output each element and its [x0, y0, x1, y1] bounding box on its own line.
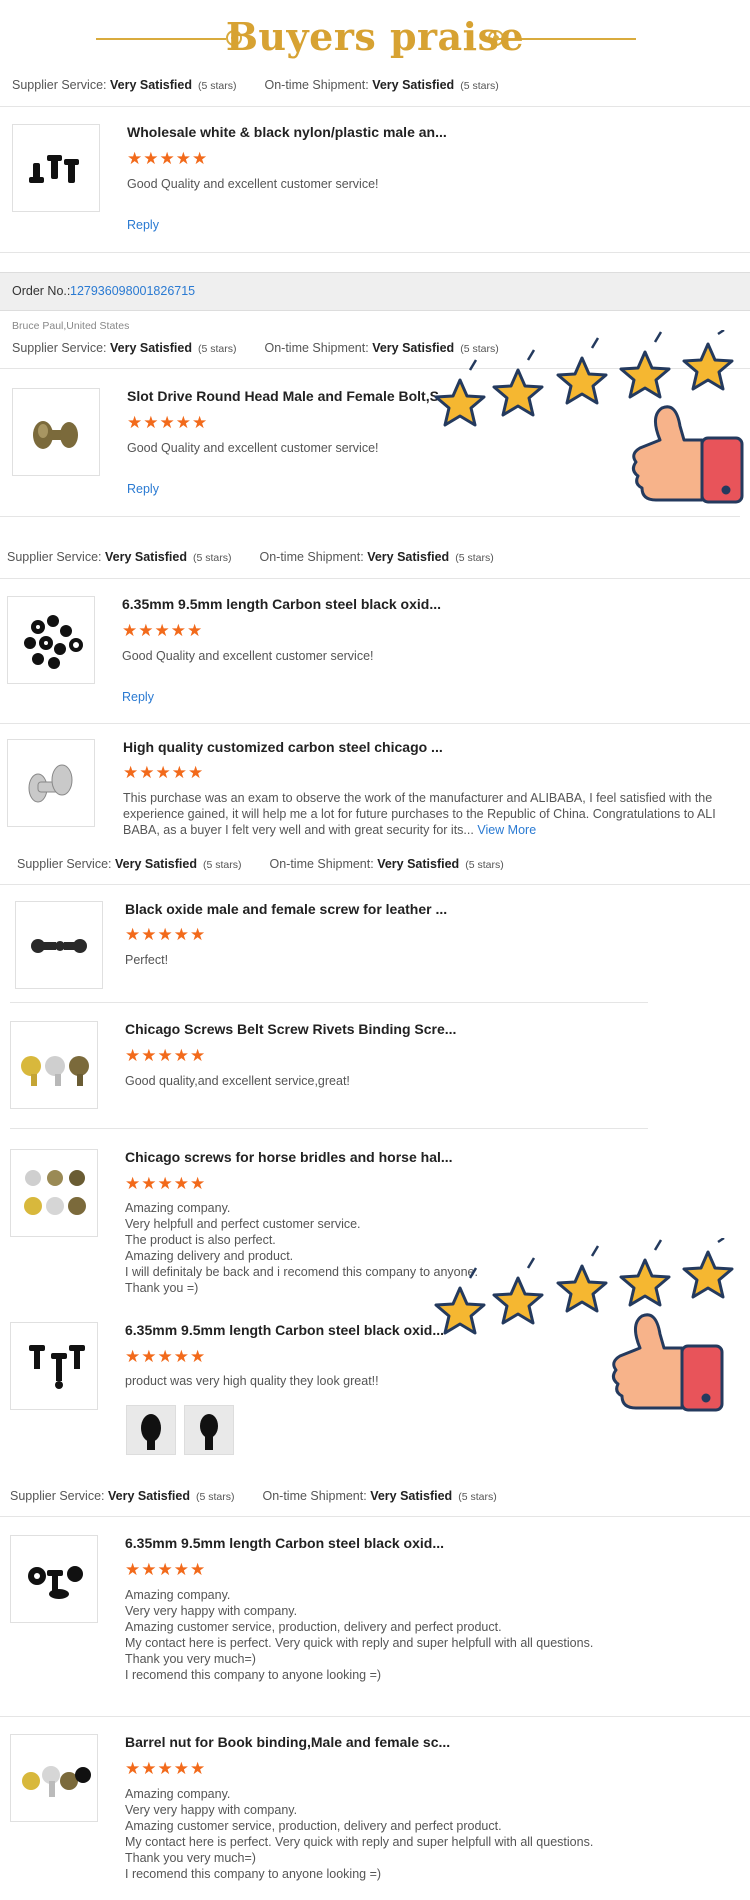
review-comment: Good Quality and excellent customer serv…	[127, 441, 379, 455]
review-comment: Amazing company. Very very happy with co…	[125, 1588, 594, 1682]
review-photo[interactable]	[184, 1405, 234, 1455]
page-title: Buyers praise	[225, 14, 525, 59]
review-comment: Good Quality and excellent customer serv…	[122, 649, 374, 663]
order-bar: Order No.: 127936098001826715	[0, 272, 750, 311]
review-comment: This purchase was an exam to observe the…	[123, 791, 716, 837]
review-card	[7, 596, 95, 684]
rating-stars: ★★★★★	[125, 925, 207, 944]
service-rating-row: Supplier Service: Very Satisfied (5 stars…	[12, 341, 499, 355]
review-card	[15, 901, 103, 989]
rating-stars: ★★★★★	[123, 763, 205, 782]
product-title[interactable]: 6.35mm 9.5mm length Carbon steel black o…	[125, 1535, 444, 1551]
order-label: Order No.:	[12, 284, 71, 298]
sticker-star-icon	[619, 1258, 671, 1307]
service-rating-row: Supplier Service: Very Satisfied (5 stars…	[10, 1489, 497, 1503]
product-thumbnail[interactable]	[10, 1322, 98, 1410]
reply-link[interactable]: Reply	[127, 482, 159, 496]
service-rating-row: Supplier Service: Very Satisfied (5 stars…	[7, 550, 494, 564]
review-card	[10, 1021, 98, 1109]
review-photo[interactable]	[126, 1405, 176, 1455]
product-title[interactable]: Chicago Screws Belt Screw Rivets Binding…	[125, 1021, 456, 1037]
rating-stars: ★★★★★	[127, 413, 209, 432]
product-thumbnail[interactable]	[10, 1021, 98, 1109]
product-thumbnail[interactable]	[12, 388, 100, 476]
review-comment: Good quality,and excellent service,great…	[125, 1074, 350, 1088]
service-rating-row: Supplier Service: Very Satisfied (5 stars…	[12, 78, 499, 92]
rating-stars: ★★★★★	[125, 1560, 207, 1579]
rating-stars: ★★★★★	[125, 1759, 207, 1778]
rating-stars: ★★★★★	[125, 1174, 207, 1193]
product-title[interactable]: Wholesale white & black nylon/plastic ma…	[127, 124, 447, 140]
product-title[interactable]: Barrel nut for Book binding,Male and fem…	[125, 1734, 450, 1750]
review-card	[10, 1535, 98, 1623]
rating-stars: ★★★★★	[125, 1046, 207, 1065]
thumbs-up-icon	[611, 1313, 724, 1412]
review-card	[12, 124, 100, 212]
five-star-sticker	[434, 1238, 734, 1412]
sticker-star-icon	[619, 350, 671, 399]
product-title[interactable]: High quality customized carbon steel chi…	[123, 739, 443, 755]
order-number-link[interactable]: 127936098001826715	[70, 273, 195, 310]
review-card	[7, 739, 95, 827]
product-title[interactable]: Black oxide male and female screw for le…	[125, 901, 447, 917]
sticker-star-icon	[434, 378, 486, 427]
service-rating-row: Supplier Service: Very Satisfied (5 stars…	[17, 857, 504, 871]
rating-stars: ★★★★★	[122, 621, 204, 640]
product-title[interactable]: 6.35mm 9.5mm length Carbon steel black o…	[122, 596, 441, 612]
reply-link[interactable]: Reply	[127, 218, 159, 232]
product-title[interactable]: 6.35mm 9.5mm length Carbon steel black o…	[125, 1322, 444, 1338]
sticker-star-icon	[682, 1250, 734, 1299]
review-comment: product was very high quality they look …	[125, 1374, 379, 1388]
product-title[interactable]: Chicago screws for horse bridles and hor…	[125, 1149, 453, 1165]
review-comment: Perfect!	[125, 953, 169, 967]
review-card	[10, 1149, 98, 1237]
buyer-name: Bruce Paul,United States	[12, 320, 130, 332]
sticker-star-icon	[492, 1276, 544, 1325]
product-thumbnail[interactable]	[12, 124, 100, 212]
header-banner: Buyers praise	[0, 0, 750, 78]
product-title[interactable]: Slot Drive Round Head Male and Female Bo…	[127, 388, 451, 404]
product-thumbnail[interactable]	[7, 739, 95, 827]
sticker-star-icon	[492, 368, 544, 417]
sticker-star-icon	[682, 342, 734, 391]
sticker-star-icon	[556, 1264, 608, 1313]
rating-stars: ★★★★★	[127, 149, 209, 168]
five-star-sticker	[434, 330, 744, 504]
review-comment: Amazing company. Very very happy with co…	[125, 1787, 594, 1881]
view-more-link[interactable]: View More	[477, 823, 536, 837]
thumbs-up-icon	[631, 405, 744, 504]
product-thumbnail[interactable]	[10, 1734, 98, 1822]
product-thumbnail[interactable]	[10, 1535, 98, 1623]
sticker-star-icon	[434, 1286, 486, 1335]
review-card	[10, 1734, 98, 1822]
review-card	[12, 388, 100, 476]
product-thumbnail[interactable]	[15, 901, 103, 989]
product-thumbnail[interactable]	[10, 1149, 98, 1237]
review-comment: Amazing company. Very helpfull and perfe…	[125, 1201, 478, 1295]
sticker-star-icon	[556, 356, 608, 405]
review-card	[10, 1322, 98, 1410]
product-thumbnail[interactable]	[7, 596, 95, 684]
reply-link[interactable]: Reply	[122, 690, 154, 704]
review-comment: Good Quality and excellent customer serv…	[127, 177, 379, 191]
rating-stars: ★★★★★	[125, 1347, 207, 1366]
